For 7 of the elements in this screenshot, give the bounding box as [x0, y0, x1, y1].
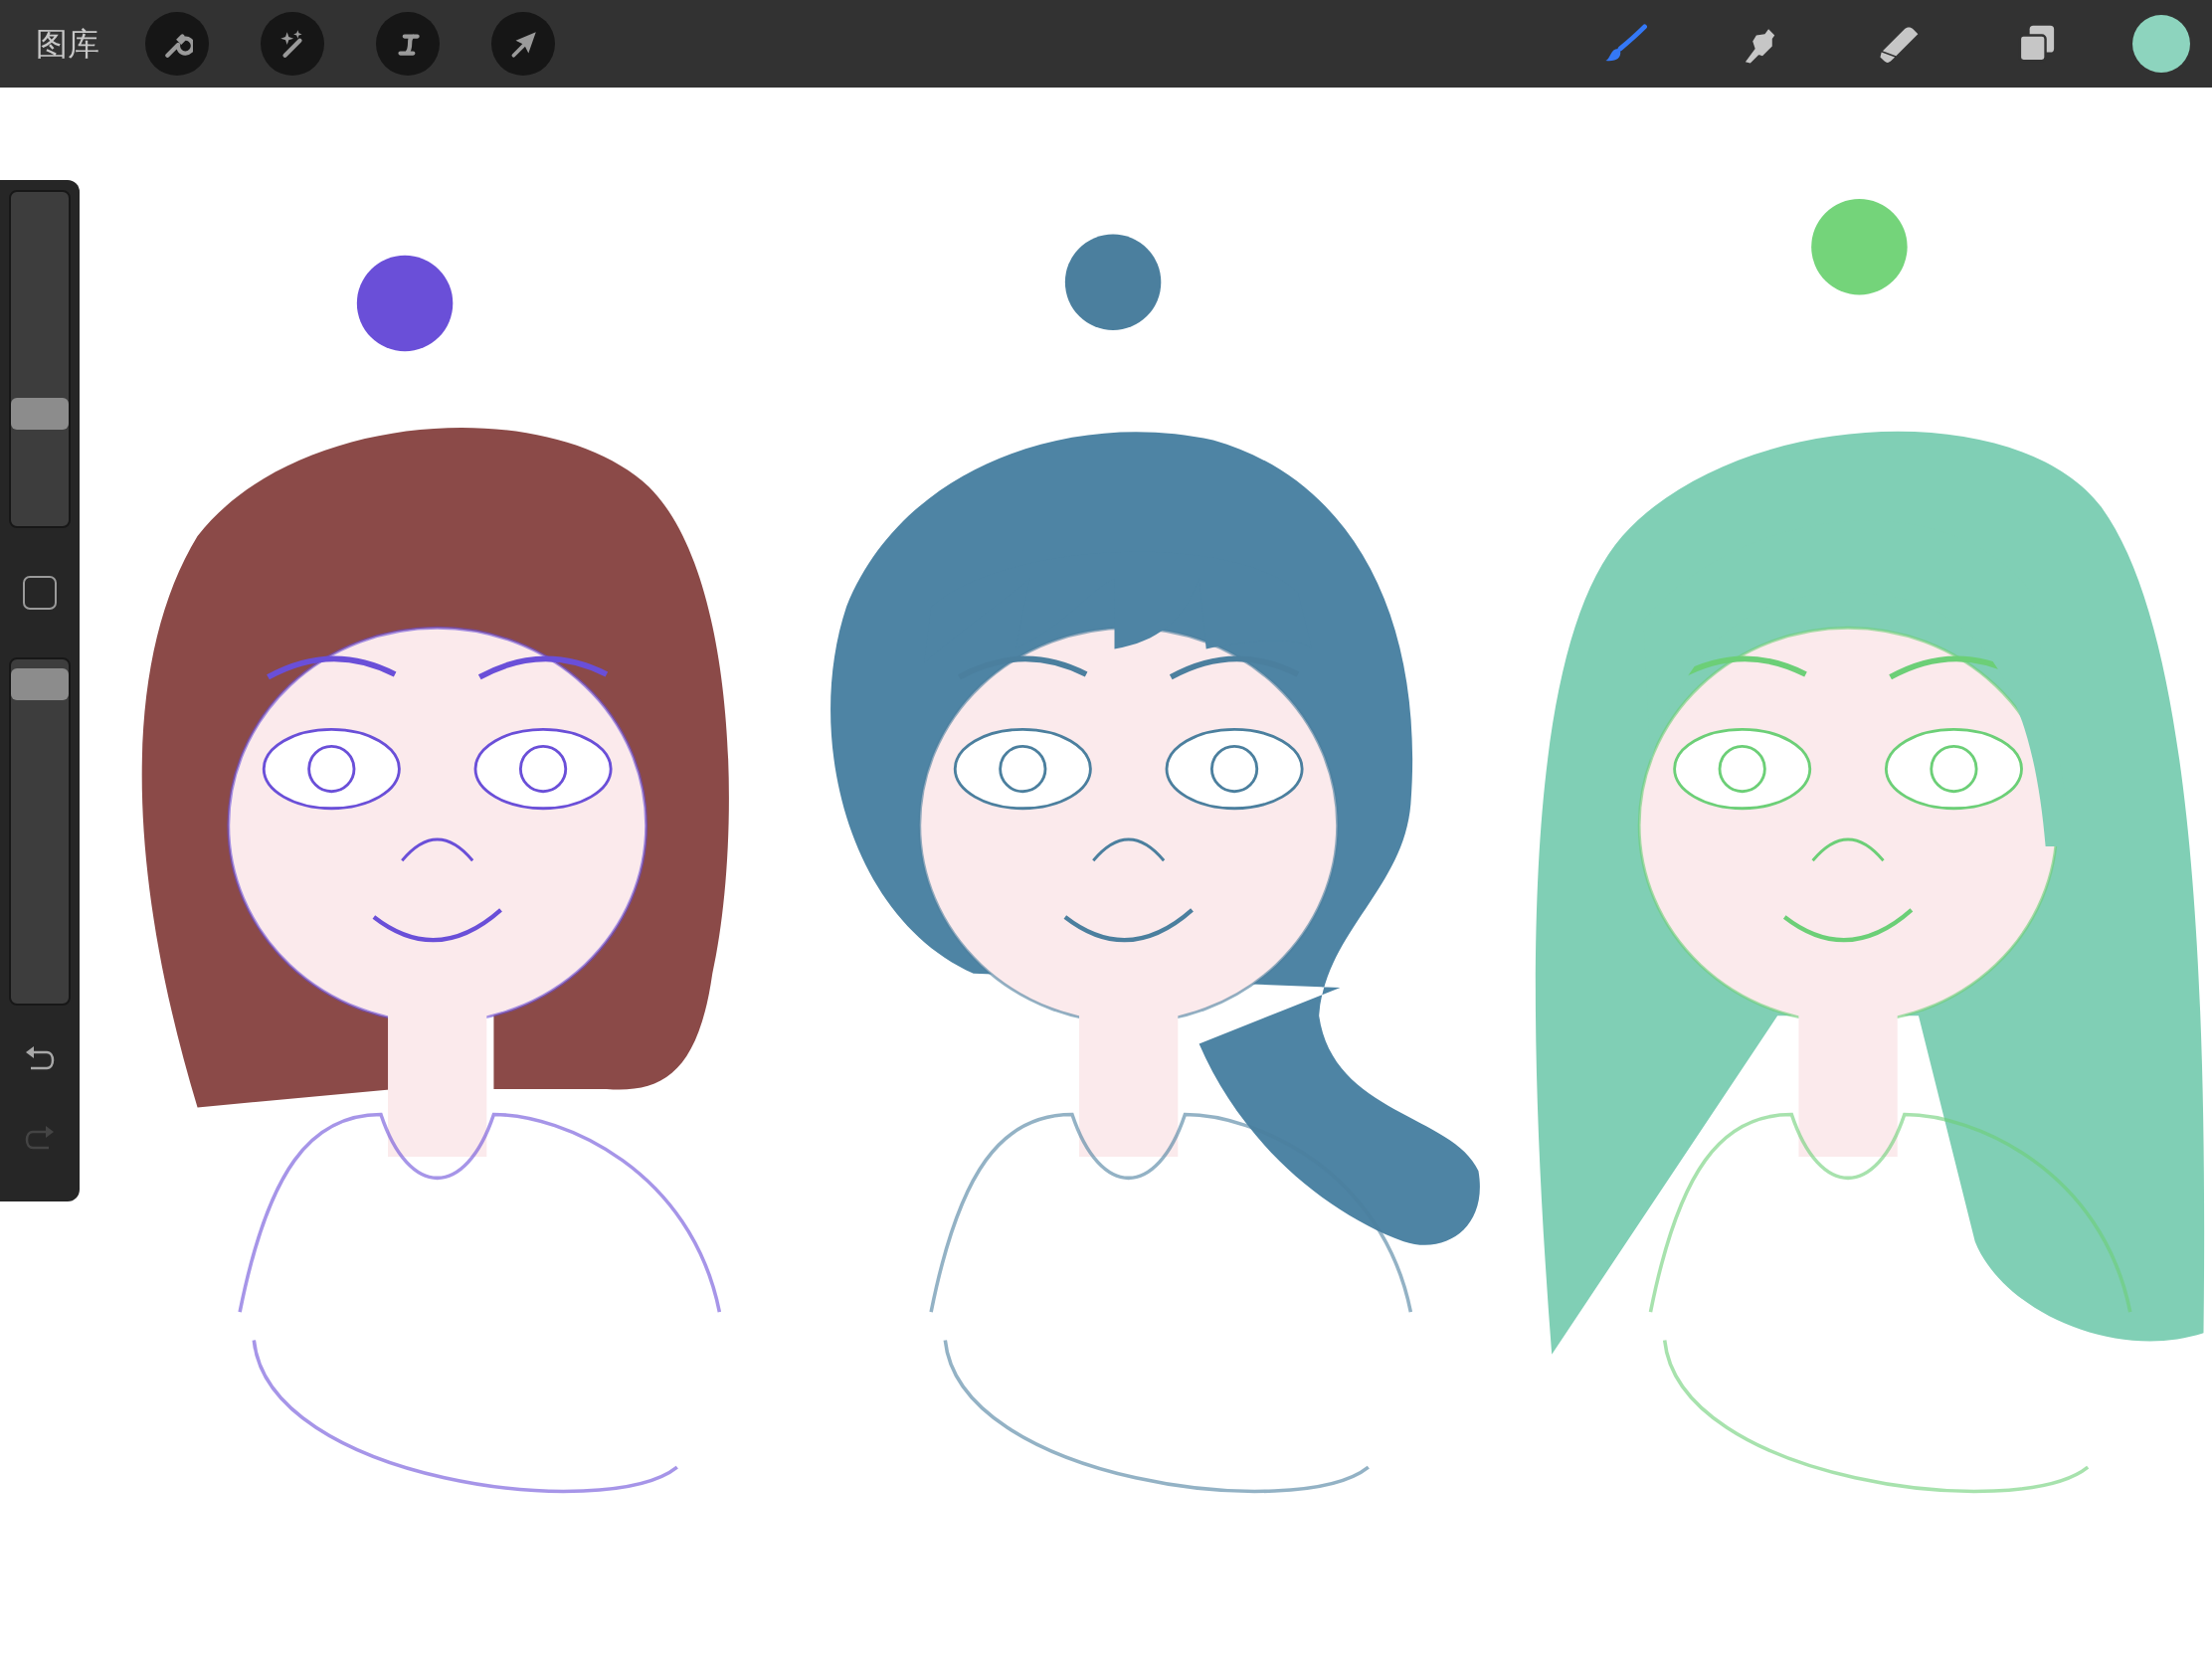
brush-size-slider[interactable]	[9, 190, 71, 528]
color-swatch[interactable]	[2132, 15, 2190, 73]
slider-thumb[interactable]	[11, 397, 69, 430]
modify-button[interactable]	[23, 576, 57, 610]
gallery-link[interactable]: 图库	[36, 20, 99, 68]
slider-thumb[interactable]	[11, 668, 69, 701]
opacity-slider[interactable]	[9, 657, 71, 1006]
